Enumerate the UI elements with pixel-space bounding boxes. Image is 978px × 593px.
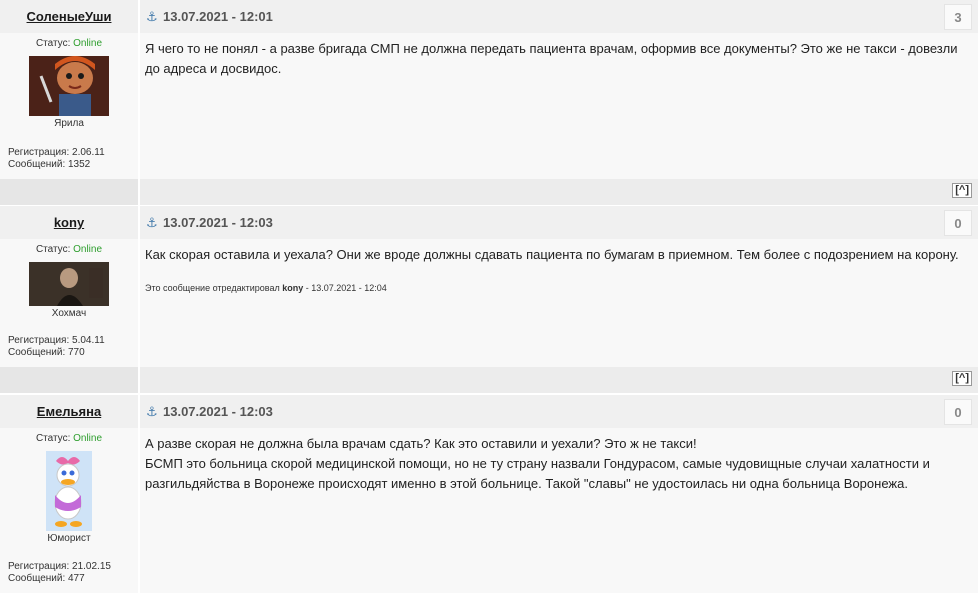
status-label: Статус: xyxy=(35,38,71,49)
author-cell: Емельяна xyxy=(0,395,140,428)
post-number-button[interactable]: 0 xyxy=(944,399,972,425)
post-2: kony ⚓ 13.07.2021 - 12:03 0 Статус: Onli… xyxy=(0,206,978,393)
post-number-button[interactable]: 0 xyxy=(944,210,972,236)
status-online: Online xyxy=(73,244,103,255)
post-content: А разве скорая не должна была врачам сда… xyxy=(140,428,978,593)
post-content: Я чего то не понял - а разве бригада СМП… xyxy=(140,33,978,179)
author-link[interactable]: СоленыеУши xyxy=(27,9,112,24)
doll-avatar[interactable] xyxy=(29,56,109,116)
author-link[interactable]: kony xyxy=(54,215,84,230)
footer-left xyxy=(0,367,140,393)
user-info: Статус: Online Ярила Регистрация: 2.06.1… xyxy=(0,33,140,179)
anchor-icon[interactable]: ⚓ xyxy=(146,404,158,419)
post-body: Статус: Online Хохмач Регистрация: 5.04.… xyxy=(0,239,978,367)
author-cell: СоленыеУши xyxy=(0,0,140,33)
post-content: Как скорая оставила и уехала? Они же вро… xyxy=(140,239,978,367)
status-online: Online xyxy=(73,38,103,49)
user-status: Статус: Online xyxy=(0,433,138,444)
edit-suffix: - 13.07.2021 - 12:04 xyxy=(303,283,387,293)
user-rank: Ярила xyxy=(54,118,84,129)
user-stats: Регистрация: 2.06.11 Сообщений: 1352 xyxy=(8,147,105,171)
anchor-icon[interactable]: ⚓ xyxy=(146,9,158,24)
registration-date: Регистрация: 2.06.11 xyxy=(8,147,105,158)
user-info: Статус: Online Юморист Регистрация: 21.0… xyxy=(0,428,140,593)
post-body: Статус: Online Юморист Регистрация: 21.0… xyxy=(0,428,978,593)
edit-user[interactable]: kony xyxy=(282,283,303,293)
edit-prefix: Это сообщение отредактировал xyxy=(145,283,283,293)
post-text: Я чего то не понял - а разве бригада СМП… xyxy=(145,41,958,76)
anchor-icon[interactable]: ⚓ xyxy=(146,215,158,230)
post-header: kony ⚓ 13.07.2021 - 12:03 0 xyxy=(0,206,978,239)
post-meta: ⚓ 13.07.2021 - 12:01 3 xyxy=(140,0,978,33)
registration-date: Регистрация: 21.02.15 xyxy=(8,561,111,572)
user-stats: Регистрация: 21.02.15 Сообщений: 477 xyxy=(8,561,111,585)
user-status: Статус: Online xyxy=(0,244,138,255)
post-header: СоленыеУши ⚓ 13.07.2021 - 12:01 3 xyxy=(0,0,978,33)
post-number-button[interactable]: 3 xyxy=(944,4,972,30)
user-info: Статус: Online Хохмач Регистрация: 5.04.… xyxy=(0,239,140,367)
status-label: Статус: xyxy=(35,433,71,444)
user-rank: Юморист xyxy=(47,533,91,544)
dark-photo-avatar[interactable] xyxy=(29,262,109,306)
author-cell: kony xyxy=(0,206,140,239)
daisy-duck-avatar[interactable] xyxy=(46,451,92,531)
message-count: Сообщений: 1352 xyxy=(8,159,91,170)
scroll-top-button[interactable]: [^] xyxy=(952,183,972,198)
post-1: СоленыеУши ⚓ 13.07.2021 - 12:01 3 Статус… xyxy=(0,0,978,205)
post-footer: [^] xyxy=(0,367,978,393)
post-text: А разве скорая не должна была врачам сда… xyxy=(145,436,697,451)
registration-date: Регистрация: 5.04.11 xyxy=(8,335,105,346)
user-status: Статус: Online xyxy=(0,38,138,49)
message-count: Сообщений: 770 xyxy=(8,347,85,358)
post-footer: [^] xyxy=(0,179,978,205)
post-3: Емельяна ⚓ 13.07.2021 - 12:03 0 Статус: … xyxy=(0,395,978,593)
user-rank: Хохмач xyxy=(51,308,87,319)
scroll-top-button[interactable]: [^] xyxy=(952,371,972,386)
footer-right: [^] xyxy=(140,179,978,205)
edit-note: Это сообщение отредактировал kony - 13.0… xyxy=(145,283,968,293)
post-body: Статус: Online Ярила Регистрация: 2.06.1… xyxy=(0,33,978,179)
post-meta: ⚓ 13.07.2021 - 12:03 0 xyxy=(140,395,978,428)
post-meta: ⚓ 13.07.2021 - 12:03 0 xyxy=(140,206,978,239)
user-stats: Регистрация: 5.04.11 Сообщений: 770 xyxy=(8,335,105,359)
post-date: 13.07.2021 - 12:01 xyxy=(163,9,273,24)
status-label: Статус: xyxy=(35,244,71,255)
message-count: Сообщений: 477 xyxy=(8,573,85,584)
status-online: Online xyxy=(73,433,103,444)
author-link[interactable]: Емельяна xyxy=(37,404,101,419)
post-text: Как скорая оставила и уехала? Они же вро… xyxy=(145,247,959,262)
post-text-2: БСМП это больница скорой медицинской пом… xyxy=(145,456,930,491)
footer-right: [^] xyxy=(140,367,978,393)
post-date: 13.07.2021 - 12:03 xyxy=(163,215,273,230)
footer-left xyxy=(0,179,140,205)
post-date: 13.07.2021 - 12:03 xyxy=(163,404,273,419)
post-header: Емельяна ⚓ 13.07.2021 - 12:03 0 xyxy=(0,395,978,428)
